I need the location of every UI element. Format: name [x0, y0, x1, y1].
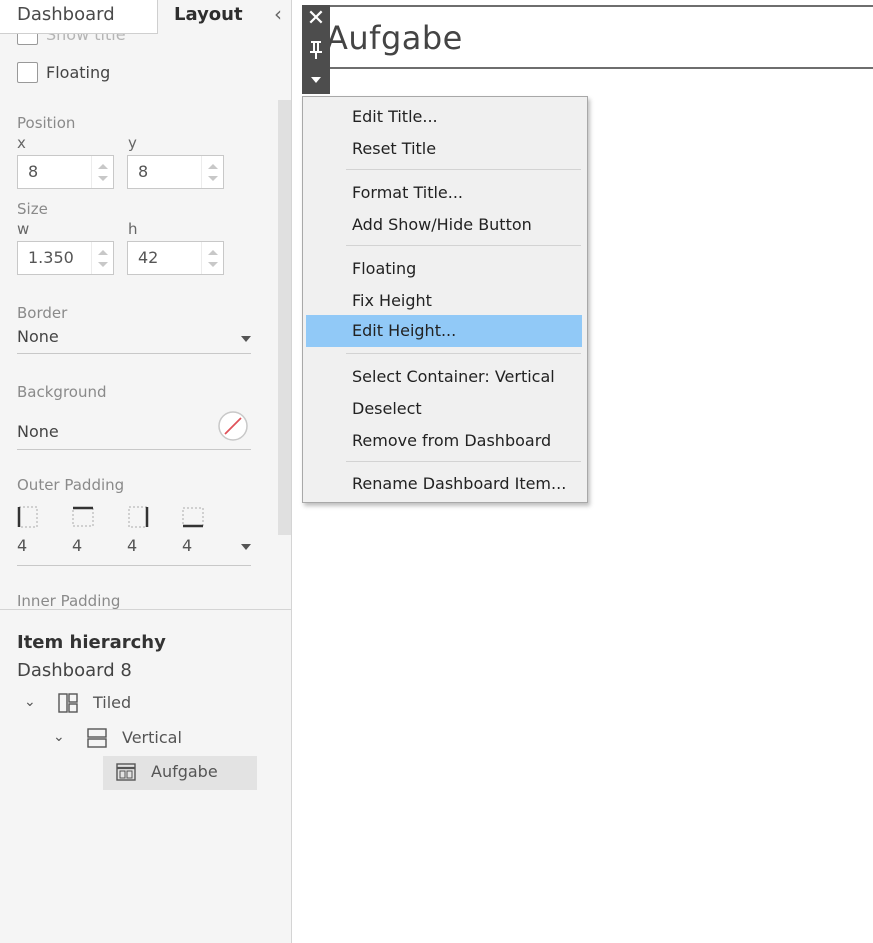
item-hierarchy-title: Item hierarchy	[17, 632, 166, 653]
menu-item-remove-from-dashboard[interactable]: Remove from Dashboard	[306, 425, 582, 457]
position-label: Position	[17, 114, 76, 132]
floating-checkbox[interactable]	[17, 62, 38, 83]
menu-item-rename-dashboard-item[interactable]: Rename Dashboard Item...	[306, 468, 582, 500]
layout-scrollbar-thumb[interactable]	[278, 100, 291, 535]
tree-item-label: Aufgabe	[151, 762, 218, 781]
padding-bottom-value: 4	[182, 536, 193, 555]
background-value: None	[17, 422, 59, 441]
padding-left-value: 4	[17, 536, 28, 555]
menu-item-floating[interactable]: Floating	[306, 253, 582, 285]
floating-label: Floating	[46, 63, 111, 82]
tree-item-tiled[interactable]: ⌄ Tiled	[20, 687, 240, 721]
vertical-container-icon	[87, 728, 107, 748]
size-h-value: 42	[138, 248, 159, 267]
menu-separator	[346, 169, 581, 170]
size-w-input[interactable]: 1.350	[17, 241, 114, 275]
padding-right-icon	[128, 506, 149, 528]
padding-bottom-icon	[182, 507, 204, 528]
object-toolbar: ✕	[302, 5, 330, 94]
context-menu: Edit Title... Reset Title Format Title..…	[302, 96, 588, 503]
w-label: w	[17, 220, 30, 238]
layout-scroll-area: Show title Floating Position x y 8 8 Siz…	[0, 34, 291, 609]
title-object-icon	[116, 763, 136, 781]
menu-separator	[346, 461, 581, 462]
hierarchy-dashboard-name: Dashboard 8	[17, 660, 132, 681]
menu-item-select-container[interactable]: Select Container: Vertical	[306, 361, 582, 393]
layout-panel: Dashboard Layout ‹ Show title Floating P…	[0, 0, 292, 943]
more-options-icon[interactable]	[302, 65, 330, 93]
h-label: h	[128, 220, 138, 238]
position-x-input[interactable]: 8	[17, 155, 114, 189]
tree-item-label: Tiled	[93, 693, 132, 712]
no-color-icon[interactable]	[217, 410, 249, 442]
size-label: Size	[17, 200, 48, 218]
size-h-stepper[interactable]	[201, 242, 223, 274]
tiled-container-icon	[58, 693, 78, 713]
padding-top-value: 4	[72, 536, 83, 555]
background-dropdown[interactable]: None	[17, 411, 251, 450]
close-icon[interactable]: ✕	[302, 5, 330, 33]
outer-padding-dropdown[interactable]: 4 4 4 4	[17, 534, 251, 566]
dashboard-title-text[interactable]: Aufgabe	[326, 19, 463, 57]
collapse-panel-icon[interactable]: ‹	[268, 2, 288, 28]
background-label: Background	[17, 383, 107, 401]
tree-item-label: Vertical	[122, 728, 182, 747]
tab-layout[interactable]: Layout	[158, 0, 268, 34]
menu-item-deselect[interactable]: Deselect	[306, 393, 582, 425]
padding-left-icon	[17, 506, 38, 528]
tree-item-aufgabe[interactable]: Aufgabe	[103, 756, 257, 790]
menu-item-add-show-hide-button[interactable]: Add Show/Hide Button	[306, 209, 582, 241]
chevron-down-icon[interactable]: ⌄	[24, 694, 36, 710]
show-title-checkbox[interactable]	[17, 34, 38, 45]
padding-right-value: 4	[127, 536, 138, 555]
panel-tabs: Dashboard Layout ‹	[0, 0, 291, 34]
tree-item-vertical[interactable]: ⌄ Vertical	[49, 722, 249, 756]
y-label: y	[128, 134, 137, 152]
position-y-value: 8	[138, 162, 149, 181]
size-w-stepper[interactable]	[91, 242, 113, 274]
menu-item-fix-height[interactable]: Fix Height	[306, 285, 582, 317]
border-dropdown[interactable]: None	[17, 324, 251, 354]
pin-icon[interactable]	[302, 35, 330, 63]
inner-padding-label: Inner Padding	[17, 592, 121, 609]
position-x-value: 8	[28, 162, 39, 181]
title-object[interactable]: Aufgabe	[302, 5, 873, 69]
position-x-stepper[interactable]	[91, 156, 113, 188]
chevron-down-icon	[241, 336, 251, 342]
show-title-label: Show title	[46, 34, 126, 44]
menu-item-edit-height[interactable]: Edit Height...	[306, 315, 582, 347]
position-y-input[interactable]: 8	[127, 155, 224, 189]
menu-item-edit-title[interactable]: Edit Title...	[306, 101, 582, 133]
item-hierarchy: Item hierarchy Dashboard 8 ⌄ Tiled ⌄ Ver…	[0, 609, 291, 943]
padding-top-icon	[72, 506, 94, 527]
border-label: Border	[17, 304, 68, 322]
chevron-down-icon[interactable]: ⌄	[53, 729, 65, 745]
position-y-stepper[interactable]	[201, 156, 223, 188]
size-w-value: 1.350	[28, 248, 74, 267]
tab-dashboard[interactable]: Dashboard	[0, 0, 158, 34]
chevron-down-icon	[241, 544, 251, 550]
x-label: x	[17, 134, 26, 152]
menu-item-format-title[interactable]: Format Title...	[306, 177, 582, 209]
border-value: None	[17, 327, 59, 346]
menu-separator	[346, 353, 581, 354]
outer-padding-label: Outer Padding	[17, 476, 125, 494]
menu-item-reset-title[interactable]: Reset Title	[306, 133, 582, 165]
menu-separator	[346, 245, 581, 246]
size-h-input[interactable]: 42	[127, 241, 224, 275]
